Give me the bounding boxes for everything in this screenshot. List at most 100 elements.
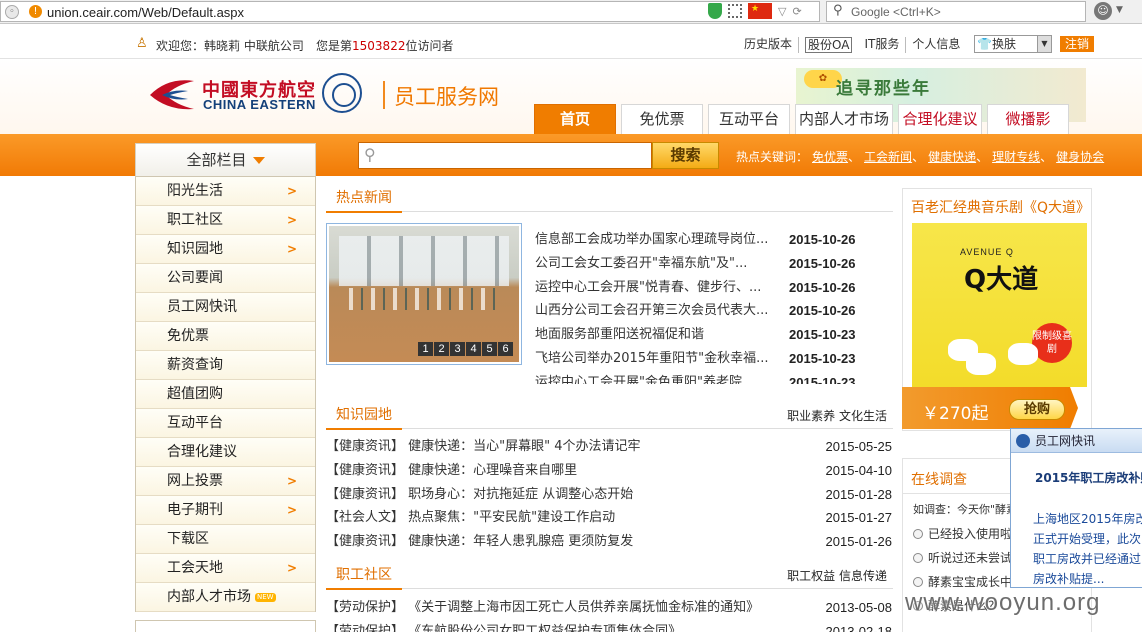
article-title[interactable]: 【健康资讯】 健康快递：年轻人患乳腺癌 更须防复发: [326, 531, 633, 553]
hot-keyword[interactable]: 健康快递: [928, 150, 976, 164]
dropdown-arrow-icon[interactable]: ▽: [778, 5, 786, 18]
sidebar-item-sunshine-life[interactable]: 阳光生活 >: [136, 177, 315, 206]
qr-code-icon[interactable]: [728, 4, 742, 18]
article-title[interactable]: 【劳动保护】 《东航股份公司女职工权益保护专项集体合同》: [326, 621, 681, 632]
sidebar-item-knowledge[interactable]: 知识园地 >: [136, 235, 315, 264]
tab-micro-video[interactable]: 微播影: [987, 104, 1069, 134]
browser-search-input[interactable]: ⚲ Google <Ctrl+K>: [826, 1, 1086, 22]
chevron-down-icon[interactable]: ▼: [1037, 36, 1051, 52]
list-item[interactable]: 【健康资讯】 健康快递：年轻人患乳腺癌 更须防复发 2015-01-26: [326, 531, 892, 555]
list-item[interactable]: 【劳动保护】 《关于调整上海市因工死亡人员供养亲属抚恤金标准的通知》 2013-0…: [326, 597, 892, 621]
hot-news-title[interactable]: 热点新闻: [326, 187, 402, 213]
sidebar-item-suggestions[interactable]: 合理化建议: [136, 438, 315, 467]
sidebar-item-online-voting[interactable]: 网上投票 >: [136, 467, 315, 496]
pager-button[interactable]: 4: [466, 342, 481, 356]
sidebar-item-downloads[interactable]: 下载区: [136, 525, 315, 554]
url-text[interactable]: union.ceair.com/Web/Default.aspx: [47, 5, 244, 20]
news-title[interactable]: 地面服务部重阳送祝福促和谐: [535, 324, 787, 346]
hot-keyword[interactable]: 理财专线: [992, 150, 1040, 164]
sidebar-item-group-buy[interactable]: 超值团购: [136, 380, 315, 409]
flash-news-popup[interactable]: 员工网快讯 2015年职工房改补贴 上海地区2015年房改 正式开始受理，此次 …: [1010, 428, 1142, 588]
search-button[interactable]: 搜索: [652, 142, 719, 169]
list-item[interactable]: 【劳动保护】 《东航股份公司女职工权益保护专项集体合同》 2013-02-18: [326, 621, 892, 632]
list-item[interactable]: 【社会人文】 热点聚焦："平安民航"建设工作启动 2015-01-27: [326, 507, 892, 531]
news-title[interactable]: 信息部工会成功举办国家心理疏导岗位...: [535, 229, 787, 251]
skin-select[interactable]: 👕换肤 ▼: [974, 35, 1052, 53]
sidebar-item-salary-query[interactable]: 薪资查询: [136, 351, 315, 380]
list-item[interactable]: 【健康资讯】 健康快递：当心"屏幕眼" 4个办法请记牢 2015-05-25: [326, 436, 892, 460]
hot-keyword[interactable]: 工会新闻: [864, 150, 912, 164]
sidebar-item-staff-community[interactable]: 职工社区 >: [136, 206, 315, 235]
hot-keyword[interactable]: 健身协会: [1056, 150, 1104, 164]
browser-menu-icon[interactable]: ☺: [1094, 2, 1112, 20]
address-bar[interactable]: ◦ ! union.ceair.com/Web/Default.aspx: [0, 1, 820, 22]
knowledge-title[interactable]: 知识园地: [326, 404, 402, 430]
news-slideshow[interactable]: 1 2 3 4 5 6: [326, 223, 522, 365]
link-history-version[interactable]: 历史版本: [738, 37, 800, 53]
shield-icon[interactable]: [708, 3, 722, 19]
info-icon[interactable]: !: [29, 5, 42, 18]
link-it-service[interactable]: IT服务: [858, 37, 907, 53]
tab-suggestions[interactable]: 合理化建议: [898, 104, 982, 134]
link-oa[interactable]: 股份OA: [805, 37, 853, 53]
tab-interaction[interactable]: 互动平台: [708, 104, 790, 134]
sidebar-item-company-news[interactable]: 公司要闻: [136, 264, 315, 293]
chevron-down-icon[interactable]: ▼: [1116, 5, 1123, 15]
pager-button[interactable]: 3: [450, 342, 465, 356]
promo-title[interactable]: 百老汇经典音乐剧《Q大道》: [911, 197, 1090, 217]
survey-option[interactable]: 听说过还未尝试: [913, 549, 1012, 566]
list-item[interactable]: 【健康资讯】 职场身心：对抗拖延症 从调整心态开始 2015-01-28: [326, 484, 892, 508]
refresh-icon[interactable]: ⟳: [792, 5, 801, 18]
news-photo-image[interactable]: 1 2 3 4 5 6: [329, 226, 519, 362]
pager-button[interactable]: 1: [418, 342, 433, 356]
sidebar-item-union[interactable]: 工会天地 >: [136, 554, 315, 583]
sidebar-item-e-journal[interactable]: 电子期刊 >: [136, 496, 315, 525]
article-title[interactable]: 【劳动保护】 《关于调整上海市因工死亡人员供养亲属抚恤金标准的通知》: [326, 597, 759, 619]
china-flag-icon[interactable]: [748, 3, 772, 19]
pager-button[interactable]: 2: [434, 342, 449, 356]
hot-keyword[interactable]: 免优票: [812, 150, 848, 164]
promo-poster-image[interactable]: AVENUE Q Q大道 限制级喜剧: [912, 223, 1087, 387]
radio-button[interactable]: [913, 577, 923, 587]
china-eastern-swoosh-logo[interactable]: [148, 75, 196, 113]
staff-community-categories[interactable]: 职工权益 信息传递: [787, 567, 887, 584]
link-personal-info[interactable]: 个人信息: [906, 37, 966, 53]
list-item[interactable]: 山西分公司工会召开第三次会员代表大... 2015-10-26: [535, 300, 865, 324]
popup-body[interactable]: 上海地区2015年房改 正式开始受理，此次 职工房改并已经通过 房改补贴提...: [1033, 509, 1142, 589]
pager-button[interactable]: 6: [498, 342, 513, 356]
survey-option[interactable]: 已经投入使用啦: [913, 525, 1012, 542]
radio-button[interactable]: [913, 553, 923, 563]
list-item[interactable]: 运控中心工会开展"金色重阳"养老院... 2015-10-23: [535, 372, 865, 384]
article-title[interactable]: 【健康资讯】 健康快递：心理噪音来自哪里: [326, 460, 577, 482]
news-title[interactable]: 山西分公司工会召开第三次会员代表大...: [535, 300, 787, 322]
survey-option[interactable]: 酵素宝宝成长中: [913, 573, 1012, 590]
list-item[interactable]: 信息部工会成功举办国家心理疏导岗位... 2015-10-26: [535, 229, 865, 253]
list-item[interactable]: 地面服务部重阳送祝福促和谐 2015-10-23: [535, 324, 865, 348]
buy-button[interactable]: 抢购: [1009, 399, 1065, 420]
tab-talent-market[interactable]: 内部人才市场: [795, 104, 893, 134]
article-title[interactable]: 【健康资讯】 职场身心：对抗拖延症 从调整心态开始: [326, 484, 633, 506]
article-title[interactable]: 【社会人文】 热点聚焦："平安民航"建设工作启动: [326, 507, 615, 529]
list-item[interactable]: 【健康资讯】 健康快递：心理噪音来自哪里 2015-04-10: [326, 460, 892, 484]
logout-button[interactable]: 注销: [1060, 36, 1094, 52]
sidebar-item-interaction[interactable]: 互动平台: [136, 409, 315, 438]
radio-button[interactable]: [913, 529, 923, 539]
pager-button[interactable]: 5: [482, 342, 497, 356]
article-title[interactable]: 【健康资讯】 健康快递：当心"屏幕眼" 4个办法请记牢: [326, 436, 641, 458]
tab-home[interactable]: 首页: [534, 104, 616, 134]
news-title[interactable]: 公司工会女工委召开"幸福东航"及"...: [535, 253, 787, 275]
news-title[interactable]: 运控中心工会开展"金色重阳"养老院...: [535, 372, 787, 384]
all-columns-dropdown[interactable]: 全部栏目: [135, 143, 316, 177]
news-title[interactable]: 飞培公司举办2015年重阳节"金秋幸福...: [535, 348, 787, 370]
list-item[interactable]: 飞培公司举办2015年重阳节"金秋幸福... 2015-10-23: [535, 348, 865, 372]
site-search-input[interactable]: ⚲: [358, 142, 652, 169]
tab-discount-ticket[interactable]: 免优票: [621, 104, 703, 134]
sidebar-item-talent-market[interactable]: 内部人才市场 NEW: [136, 583, 315, 612]
news-title[interactable]: 运控中心工会开展"悦青春、健步行、...: [535, 277, 787, 299]
sidebar-item-flash-news[interactable]: 员工网快讯: [136, 293, 315, 322]
popup-title[interactable]: 2015年职工房改补贴: [1035, 469, 1142, 486]
staff-community-title[interactable]: 职工社区: [326, 564, 402, 590]
list-item[interactable]: 运控中心工会开展"悦青春、健步行、... 2015-10-26: [535, 277, 865, 301]
sidebar-item-discount-ticket[interactable]: 免优票: [136, 322, 315, 351]
knowledge-categories[interactable]: 职业素养 文化生活: [787, 407, 887, 424]
